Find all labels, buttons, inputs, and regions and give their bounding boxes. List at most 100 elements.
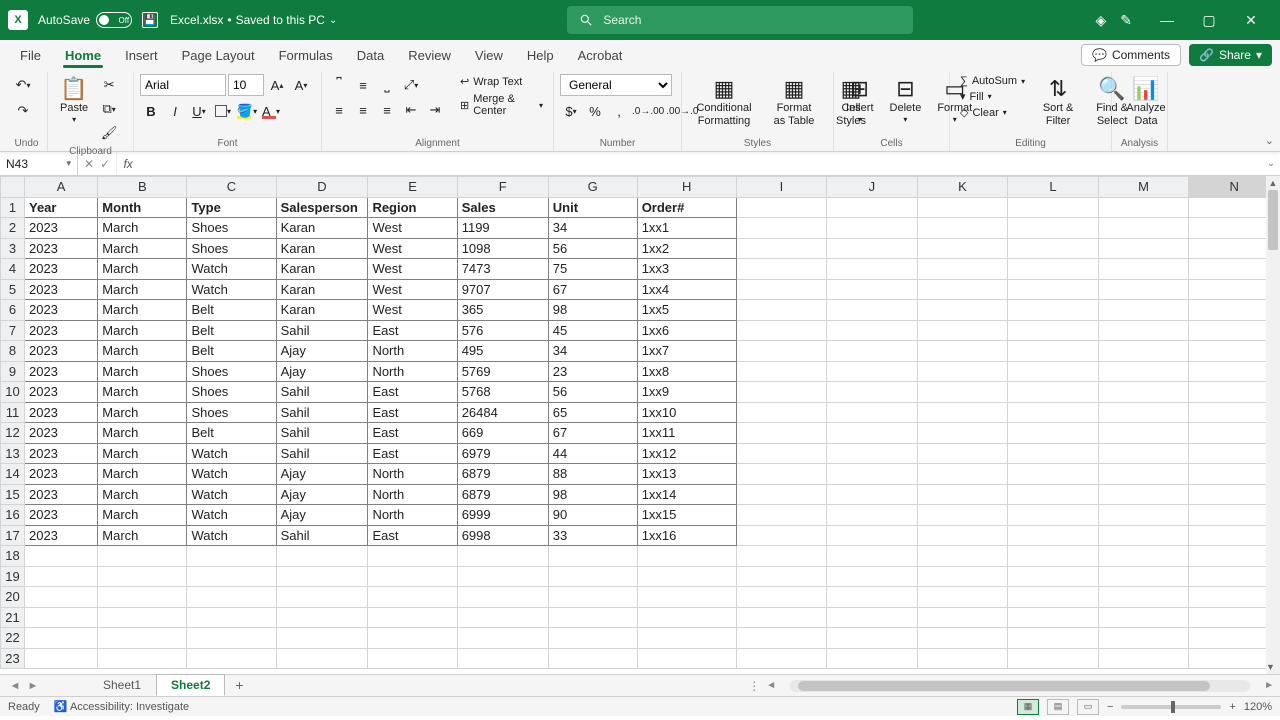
cell[interactable] (276, 546, 368, 567)
column-header-L[interactable]: L (1008, 177, 1099, 198)
underline-button[interactable]: U▾ (188, 100, 210, 122)
paste-button[interactable]: 📋Paste▾ (54, 74, 94, 127)
cell[interactable] (1098, 546, 1189, 567)
cell[interactable]: 6879 (457, 464, 548, 485)
cell[interactable] (368, 648, 457, 669)
cell[interactable] (827, 484, 918, 505)
scroll-down-icon[interactable]: ▼ (1266, 660, 1275, 674)
cell[interactable] (827, 320, 918, 341)
cell[interactable]: 6998 (457, 525, 548, 546)
cell[interactable] (917, 607, 1008, 628)
pen-icon[interactable]: ✎ (1120, 12, 1132, 29)
scroll-right-icon[interactable]: ► (1264, 680, 1274, 691)
cell[interactable]: Sahil (276, 525, 368, 546)
cell[interactable] (827, 197, 918, 218)
cell[interactable] (548, 648, 637, 669)
column-header-K[interactable]: K (917, 177, 1008, 198)
tab-review[interactable]: Review (396, 42, 463, 68)
cell[interactable] (24, 648, 97, 669)
row-header[interactable]: 14 (1, 464, 25, 485)
cell[interactable]: 56 (548, 382, 637, 403)
number-format-combo[interactable]: General (560, 74, 672, 96)
cell[interactable] (1008, 587, 1099, 608)
scroll-left-icon[interactable]: ◄ (766, 680, 776, 691)
align-middle-button[interactable]: ≡ (352, 74, 374, 96)
row-header[interactable]: 20 (1, 587, 25, 608)
tab-data[interactable]: Data (345, 42, 396, 68)
cell[interactable] (917, 279, 1008, 300)
zoom-slider[interactable] (1121, 705, 1221, 709)
cell[interactable] (457, 607, 548, 628)
cell[interactable]: 1xx12 (637, 443, 736, 464)
cell[interactable]: North (368, 341, 457, 362)
cell[interactable]: 2023 (24, 382, 97, 403)
cell[interactable] (917, 546, 1008, 567)
cell[interactable] (736, 525, 826, 546)
document-title[interactable]: Excel.xlsx • Saved to this PC ⌄ (170, 13, 337, 27)
cell[interactable]: Watch (187, 279, 276, 300)
cell[interactable]: Ajay (276, 505, 368, 526)
cell[interactable] (736, 300, 826, 321)
cell[interactable]: Shoes (187, 238, 276, 259)
fill-button[interactable]: ▾ Fill ▾ (956, 89, 1029, 104)
cell[interactable]: 1098 (457, 238, 548, 259)
cell[interactable] (1098, 382, 1189, 403)
cell[interactable]: 67 (548, 423, 637, 444)
cell[interactable]: Month (98, 197, 187, 218)
decrease-indent-button[interactable]: ⇤ (400, 99, 422, 121)
cell[interactable] (24, 546, 97, 567)
sheet-tab-sheet1[interactable]: Sheet1 (88, 674, 156, 696)
cell[interactable]: Belt (187, 423, 276, 444)
cell[interactable] (1008, 238, 1099, 259)
cell[interactable] (827, 648, 918, 669)
row-header[interactable]: 7 (1, 320, 25, 341)
cell[interactable] (917, 505, 1008, 526)
cell[interactable]: North (368, 464, 457, 485)
cell[interactable] (917, 218, 1008, 239)
cell[interactable]: Watch (187, 505, 276, 526)
cell[interactable] (368, 566, 457, 587)
cell[interactable]: 44 (548, 443, 637, 464)
row-header[interactable]: 11 (1, 402, 25, 423)
row-header[interactable]: 16 (1, 505, 25, 526)
column-header-C[interactable]: C (187, 177, 276, 198)
cell[interactable] (1008, 300, 1099, 321)
cell[interactable] (276, 607, 368, 628)
tab-help[interactable]: Help (515, 42, 566, 68)
cell[interactable]: East (368, 525, 457, 546)
cell[interactable] (1098, 197, 1189, 218)
cell[interactable] (1098, 218, 1189, 239)
cell[interactable] (276, 628, 368, 649)
cell[interactable] (24, 607, 97, 628)
cell[interactable]: 1xx14 (637, 484, 736, 505)
cell[interactable]: 576 (457, 320, 548, 341)
cell[interactable] (1008, 382, 1099, 403)
cell[interactable] (917, 259, 1008, 280)
cell[interactable] (457, 566, 548, 587)
scroll-up-icon[interactable]: ▲ (1266, 176, 1280, 190)
cell[interactable]: 2023 (24, 443, 97, 464)
save-icon[interactable]: 💾 (142, 12, 158, 28)
cell[interactable] (24, 587, 97, 608)
tab-split-handle[interactable]: ⋮ (748, 679, 760, 693)
cell[interactable]: March (98, 341, 187, 362)
cell[interactable] (827, 361, 918, 382)
cell[interactable]: March (98, 525, 187, 546)
clear-button[interactable]: ◇ Clear ▾ (956, 105, 1029, 120)
cell[interactable]: 2023 (24, 300, 97, 321)
comma-format-button[interactable]: , (608, 100, 630, 122)
cell[interactable] (736, 566, 826, 587)
cell[interactable] (827, 607, 918, 628)
cell[interactable]: East (368, 443, 457, 464)
cell[interactable]: 1xx15 (637, 505, 736, 526)
row-header[interactable]: 13 (1, 443, 25, 464)
cell[interactable]: 1xx10 (637, 402, 736, 423)
cell[interactable]: Unit (548, 197, 637, 218)
cell[interactable] (368, 546, 457, 567)
collapse-ribbon-button[interactable]: ⌄ (1265, 134, 1274, 147)
cell[interactable] (736, 279, 826, 300)
undo-button[interactable]: ↶▾ (12, 74, 34, 96)
increase-font-button[interactable]: A▴ (266, 74, 288, 96)
tab-view[interactable]: View (463, 42, 515, 68)
cell[interactable]: 2023 (24, 218, 97, 239)
